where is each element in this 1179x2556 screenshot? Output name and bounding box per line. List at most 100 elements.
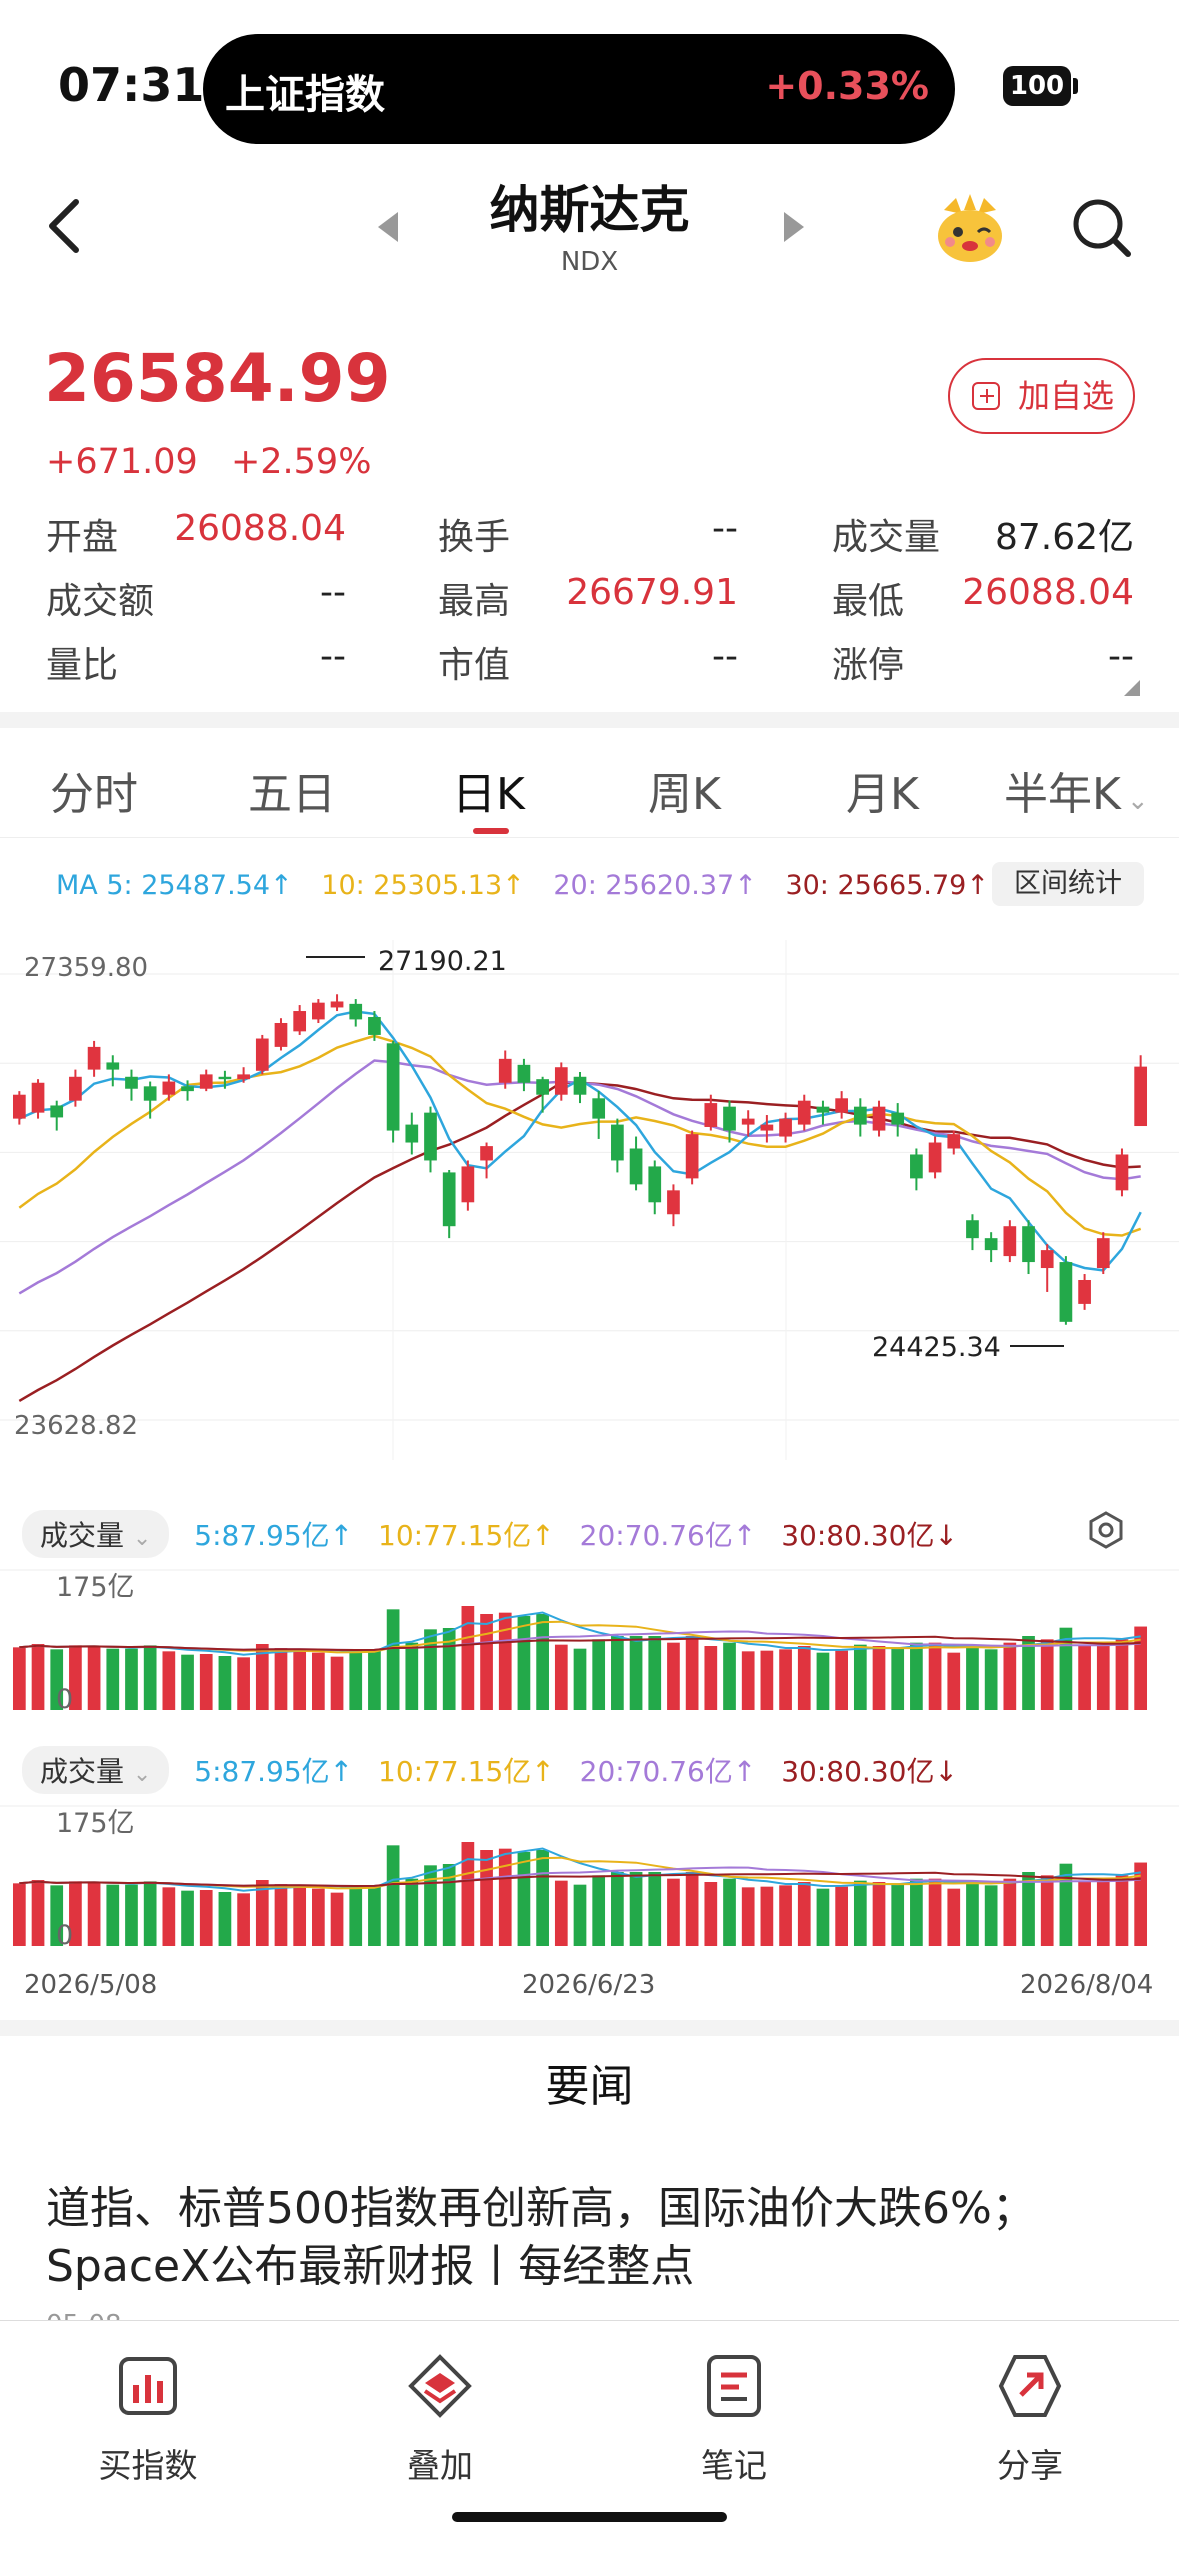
volume-bar [87,1882,101,1946]
settings-gear-icon[interactable] [1086,1510,1126,1550]
candle-body [1022,1226,1035,1263]
volume-bar [405,1642,419,1710]
volume-bar [461,1606,475,1710]
volume-zero-label: 0 [56,1920,73,1951]
volume-bar [853,1644,867,1710]
date-mid: 2026/6/23 [522,1970,656,2000]
volume-max-label: 175亿 [56,1572,135,1603]
candle-body [872,1106,886,1131]
candle-body [853,1106,867,1125]
overlay-button[interactable]: 叠加 [350,2351,530,2487]
buy-index-button[interactable]: 买指数 [58,2351,238,2487]
candle-body [181,1086,194,1092]
volume-bar [947,1888,961,1946]
volume-bar [125,1884,138,1946]
add-watchlist-button[interactable]: 加自选 [948,358,1135,434]
note-icon [707,2355,761,2417]
candle-body [237,1074,250,1080]
candle-body [1003,1226,1017,1257]
candle-body [274,1022,288,1047]
volume-bar [498,1848,512,1946]
volume-bar [611,1636,624,1710]
kline-chart[interactable]: 27359.80 23628.82 27190.21 24425.34 [0,920,1179,1470]
next-index-icon[interactable] [782,210,806,244]
active-tab-indicator [473,828,509,834]
candle-body [1134,1066,1148,1127]
candle-body [498,1058,512,1083]
news-headline[interactable]: 道指、标普500指数再创新高，国际油价大跌6%；SpaceX公布最新财报丨每经整… [46,2180,1136,2296]
chevron-down-icon: ⌄ [132,1762,152,1787]
candle-body [648,1166,662,1203]
y-axis-top-label: 27359.80 [24,953,148,983]
tab-5day[interactable]: 五日 [248,758,336,822]
volume-bar [349,1650,363,1710]
ma20-value: 20: 25620.37↑ [553,870,757,901]
volume-bar [1134,1626,1148,1710]
stat-amount: 成交额 -- [46,572,346,622]
volume-bar [368,1649,381,1710]
volume-bar [835,1650,848,1710]
watch-label: 加自选 [1018,377,1115,415]
candle-body [386,1043,400,1131]
tab-daily-k[interactable]: 日K [452,758,525,822]
candle-body [143,1086,157,1101]
volume-bar [218,1892,232,1946]
volume-bar [723,1642,736,1710]
candle-body [779,1118,792,1137]
volume-bar [181,1654,194,1710]
candle-body [984,1238,998,1251]
clock: 07:31 [58,58,205,112]
volume-bar [1040,1639,1054,1710]
ticker-change: +0.33% [765,64,929,108]
divider [0,2020,1179,2036]
expand-stats-icon[interactable] [1124,680,1140,696]
dynamic-island-ticker[interactable]: 上证指数 +0.33% [203,34,955,144]
candle-body [928,1142,942,1173]
candle-body [554,1067,568,1095]
volume-chart-1[interactable]: 175亿 0 [0,1560,1179,1740]
candle-body [704,1103,718,1127]
candle-body [12,1094,26,1119]
volume-bar [629,1872,643,1946]
candle-body [741,1118,755,1125]
tab-halfyear-k[interactable]: 半年K ⌄ [1004,758,1149,822]
volume-bar [461,1842,475,1946]
indicator-selector[interactable]: 成交量 ⌄ [22,1746,170,1794]
volume-bar [779,1649,792,1710]
volume-bar [199,1654,213,1710]
volume-bar [966,1646,979,1710]
volume-bar [760,1650,774,1710]
volume-bar [797,1646,811,1710]
buy-index-label: 买指数 [98,2446,198,2485]
volume-bar [31,1644,45,1710]
volume-bar [984,1885,998,1946]
tab-monthly-k[interactable]: 月K [846,758,919,822]
volume-bar [87,1646,101,1710]
volume-chart-2[interactable]: 175亿 0 [0,1796,1179,1976]
indicator-selector[interactable]: 成交量 ⌄ [22,1510,170,1558]
candle-body [87,1046,101,1070]
notes-button[interactable]: 笔记 [644,2351,824,2487]
tab-intraday[interactable]: 分时 [50,758,138,822]
ma30-value: 30: 25665.79↑ [785,870,989,901]
volume-bar [293,1885,307,1946]
ticker-name: 上证指数 [225,72,385,118]
share-button[interactable]: 分享 [940,2351,1120,2487]
volume-bar [386,1845,400,1946]
volume-bar [835,1886,848,1946]
mascot-icon[interactable] [930,188,1010,268]
range-stats-button[interactable]: 区间统计 [992,862,1144,906]
volume-bar [910,1642,923,1710]
volume-bar [498,1612,512,1710]
stat-volume-ratio: 量比 -- [46,636,346,686]
volume-bar [106,1648,120,1710]
period-tabs: 分时 五日 日K 周K 月K 半年K ⌄ [0,728,1179,838]
volume-bar [723,1878,736,1946]
search-icon[interactable] [1070,196,1134,260]
tab-weekly-k[interactable]: 周K [648,758,721,822]
volume-bar [143,1645,157,1710]
date-end: 2026/8/04 [1020,1970,1154,2000]
volume-bar [517,1852,531,1946]
candle-body [442,1172,456,1227]
notes-label: 笔记 [701,2446,767,2485]
